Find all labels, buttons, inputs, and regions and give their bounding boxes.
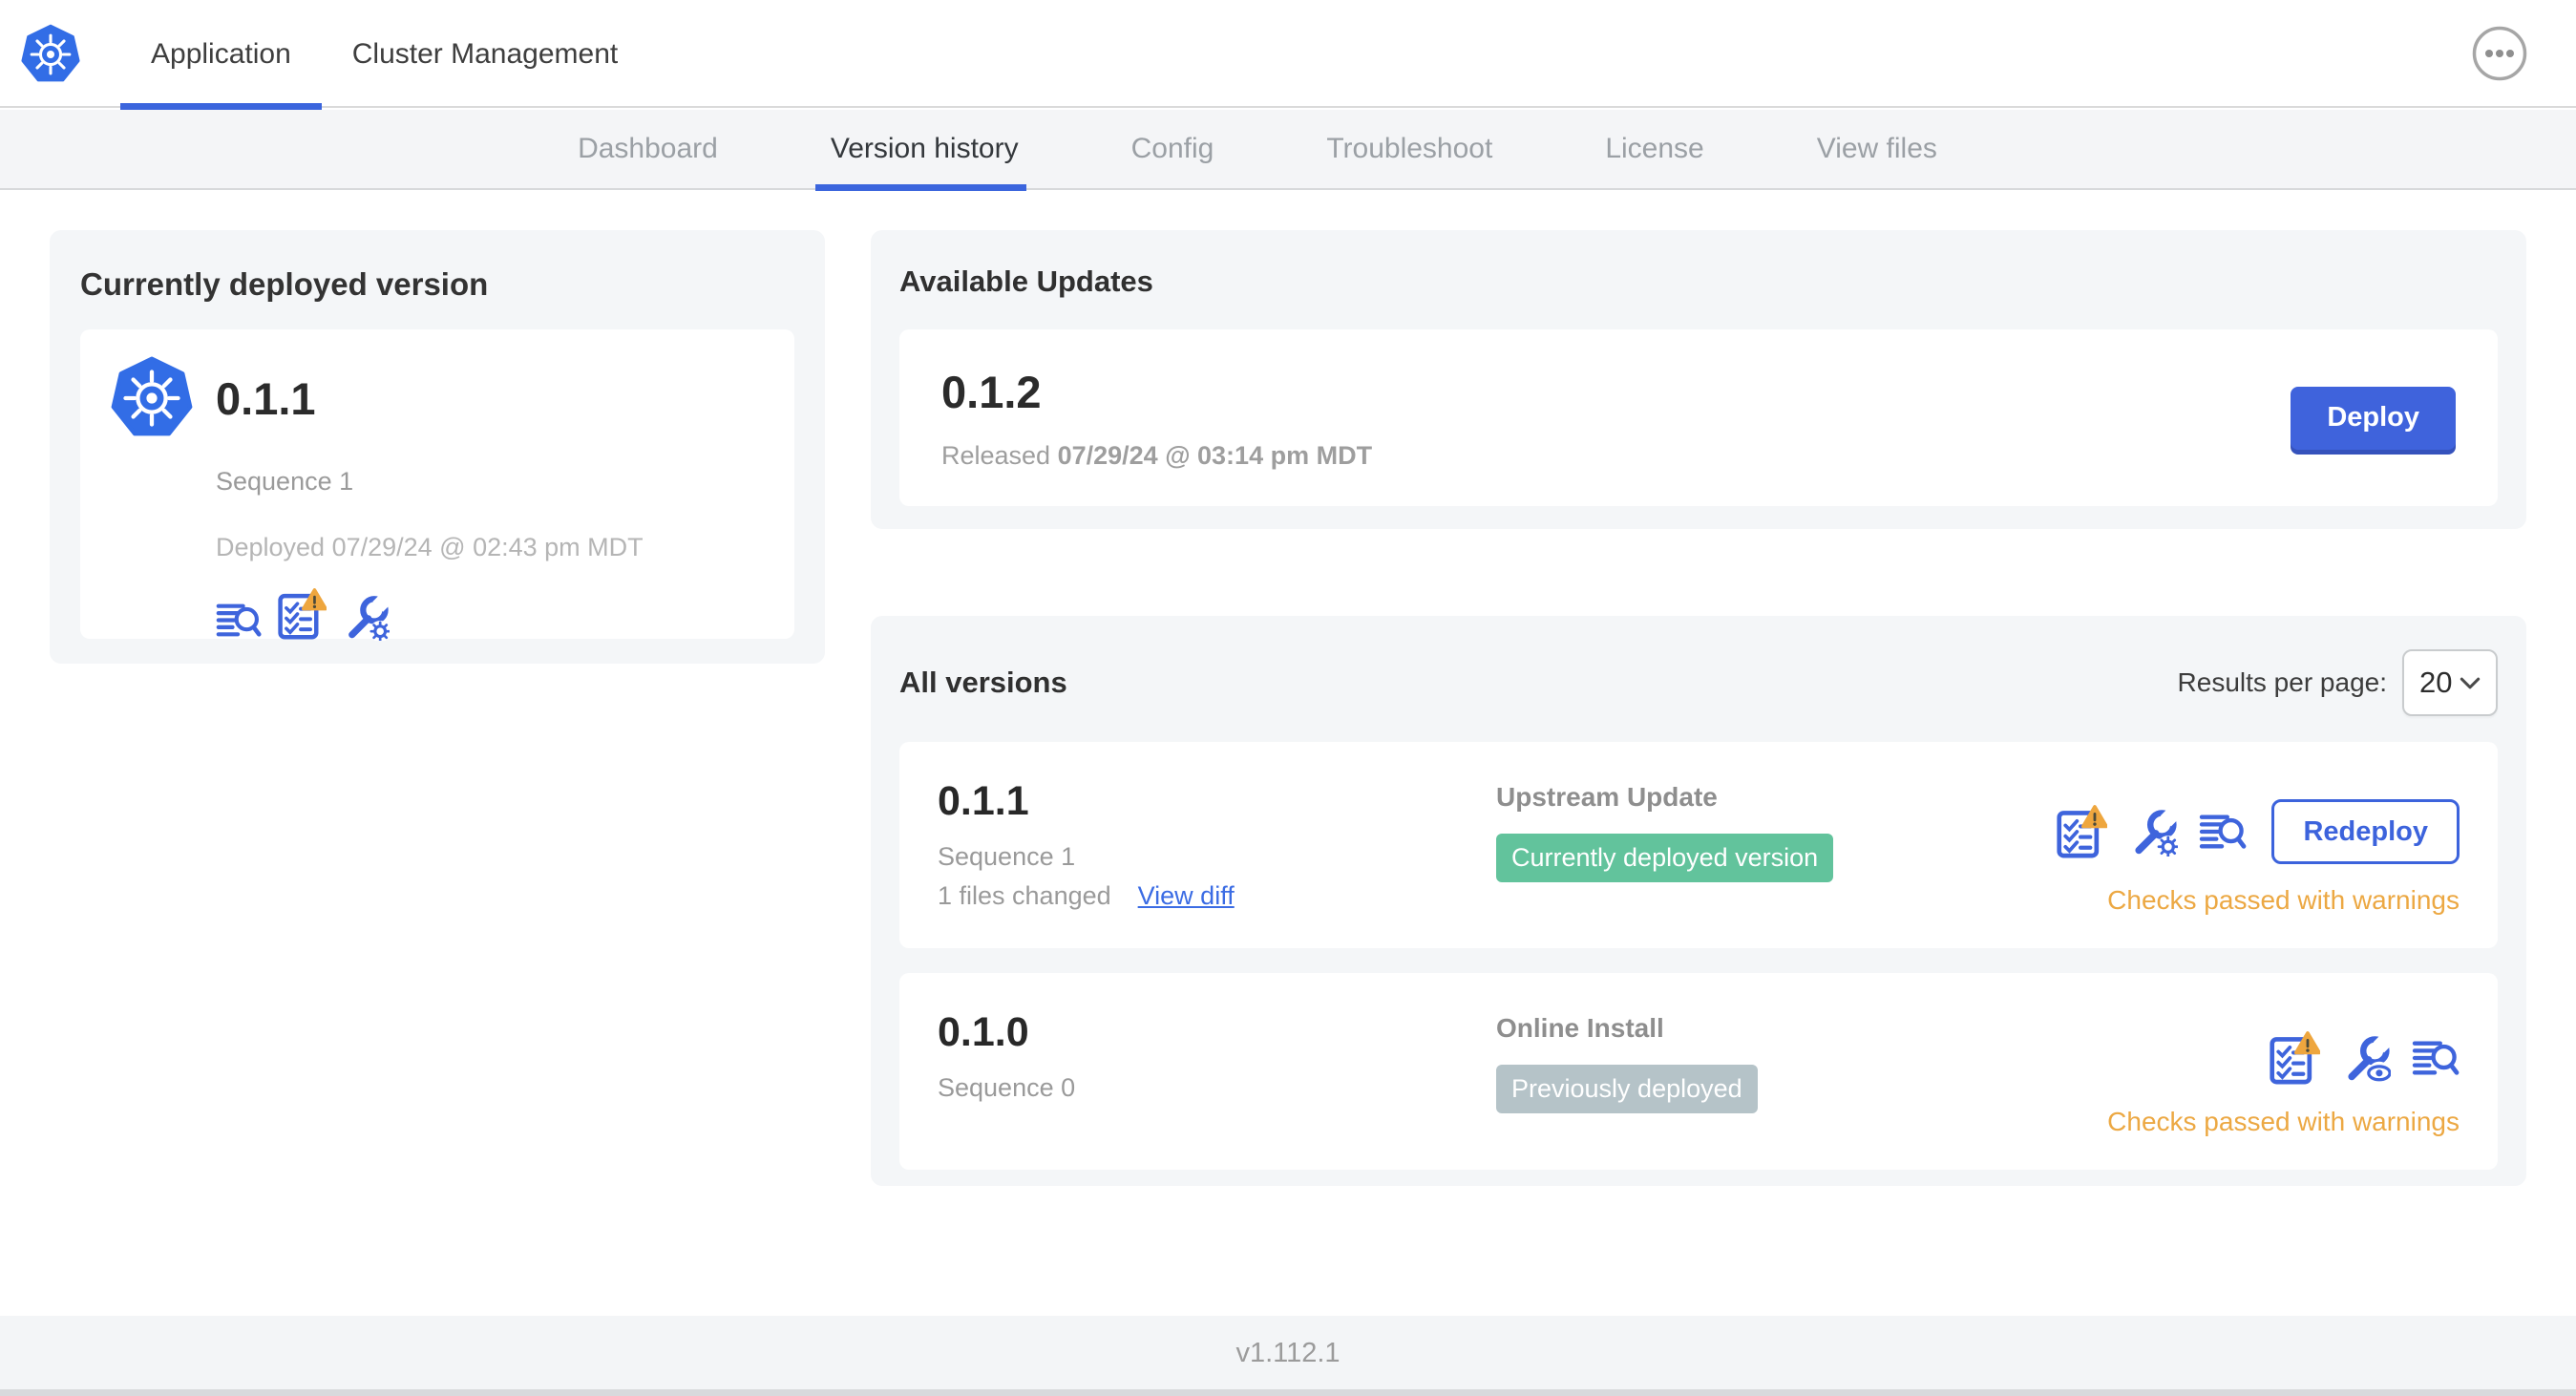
view-diff-link[interactable]: View diff [1138,881,1235,911]
row-source-label: Upstream Update [1496,782,1718,812]
version-row: 0.1.0 Sequence 0 Online Install Previous… [899,973,2498,1170]
top-bar: Application Cluster Management [0,0,2576,110]
diff-icon[interactable] [2199,811,2247,853]
row-version-number: 0.1.0 [938,1009,1029,1055]
status-badge: Previously deployed [1496,1065,1758,1113]
status-badge: Currently deployed version [1496,834,1834,882]
config-edit-icon[interactable] [2128,807,2178,860]
row-source-label: Online Install [1496,1013,1664,1043]
results-per-page-select[interactable]: 20 [2402,649,2498,716]
tab-application[interactable]: Application [120,0,322,110]
page-footer: v1.112.1 [0,1316,2576,1396]
row-sequence: Sequence 0 [938,1073,1076,1102]
currently-deployed-title: Currently deployed version [80,266,489,302]
preflight-checks-warning-icon[interactable] [2056,804,2107,859]
redeploy-button[interactable]: Redeploy [2271,799,2460,864]
subnav-item-config[interactable]: Config [1131,109,1214,189]
preflight-status-text: Checks passed with warnings [2107,1107,2460,1136]
all-versions-card: All versions Results per page: 20 0.1.1 … [871,616,2526,1186]
deployed-sequence: Sequence 1 [216,467,354,496]
subnav-item-dashboard[interactable]: Dashboard [578,109,718,189]
top-tabs: Application Cluster Management [120,0,648,110]
available-updates-card: Available Updates 0.1.2 Released 07/29/2… [871,230,2526,529]
row-sequence: Sequence 1 [938,842,1076,871]
results-per-page-label: Results per page: [2177,667,2387,697]
app-logo-icon [111,356,193,440]
preflight-status-text: Checks passed with warnings [2107,885,2460,915]
deploy-button[interactable]: Deploy [2291,386,2456,450]
subnav-item-troubleshoot[interactable]: Troubleshoot [1326,109,1492,189]
update-released-line: Released 07/29/24 @ 03:14 pm MDT [941,440,1373,470]
console-version: v1.112.1 [1235,1337,1341,1368]
update-row: 0.1.2 Released 07/29/24 @ 03:14 pm MDT D… [899,329,2498,506]
config-edit-icon[interactable] [342,593,390,644]
tab-cluster-management[interactable]: Cluster Management [322,0,648,108]
deployed-version-number: 0.1.1 [216,372,316,424]
diff-icon[interactable] [216,600,262,641]
ellipsis-menu-icon[interactable] [2471,25,2528,82]
subnav-item-license[interactable]: License [1605,109,1703,189]
all-versions-title: All versions [899,666,1067,699]
results-per-page-value: 20 [2419,666,2453,699]
diff-icon[interactable] [2412,1037,2460,1079]
app-subnav: Dashboard Version history Config Trouble… [0,109,2576,191]
files-changed-label: 1 files changed [938,881,1111,910]
kubernetes-logo-icon [21,24,80,85]
preflight-checks-warning-icon[interactable] [277,587,327,641]
preflight-checks-warning-icon[interactable] [2269,1030,2320,1086]
currently-deployed-card: Currently deployed version 0.1.1 Sequenc… [50,230,825,664]
currently-deployed-version-card: 0.1.1 Sequence 1 Deployed 07/29/24 @ 02:… [80,329,794,644]
deployed-timestamp: Deployed 07/29/24 @ 02:43 pm MDT [216,533,644,561]
chevron-down-icon [2460,677,2481,689]
config-view-icon[interactable] [2341,1033,2391,1087]
subnav-item-view-files[interactable]: View files [1817,109,1937,189]
window-bottom-edge [0,1389,2576,1396]
version-row: 0.1.1 Sequence 1 1 files changed View di… [899,742,2498,948]
available-updates-title: Available Updates [899,264,1153,298]
update-version-number: 0.1.2 [941,366,1042,417]
deployed-version-actions [216,587,764,644]
subnav-item-version-history[interactable]: Version history [814,109,1026,191]
row-version-number: 0.1.1 [938,778,1029,824]
